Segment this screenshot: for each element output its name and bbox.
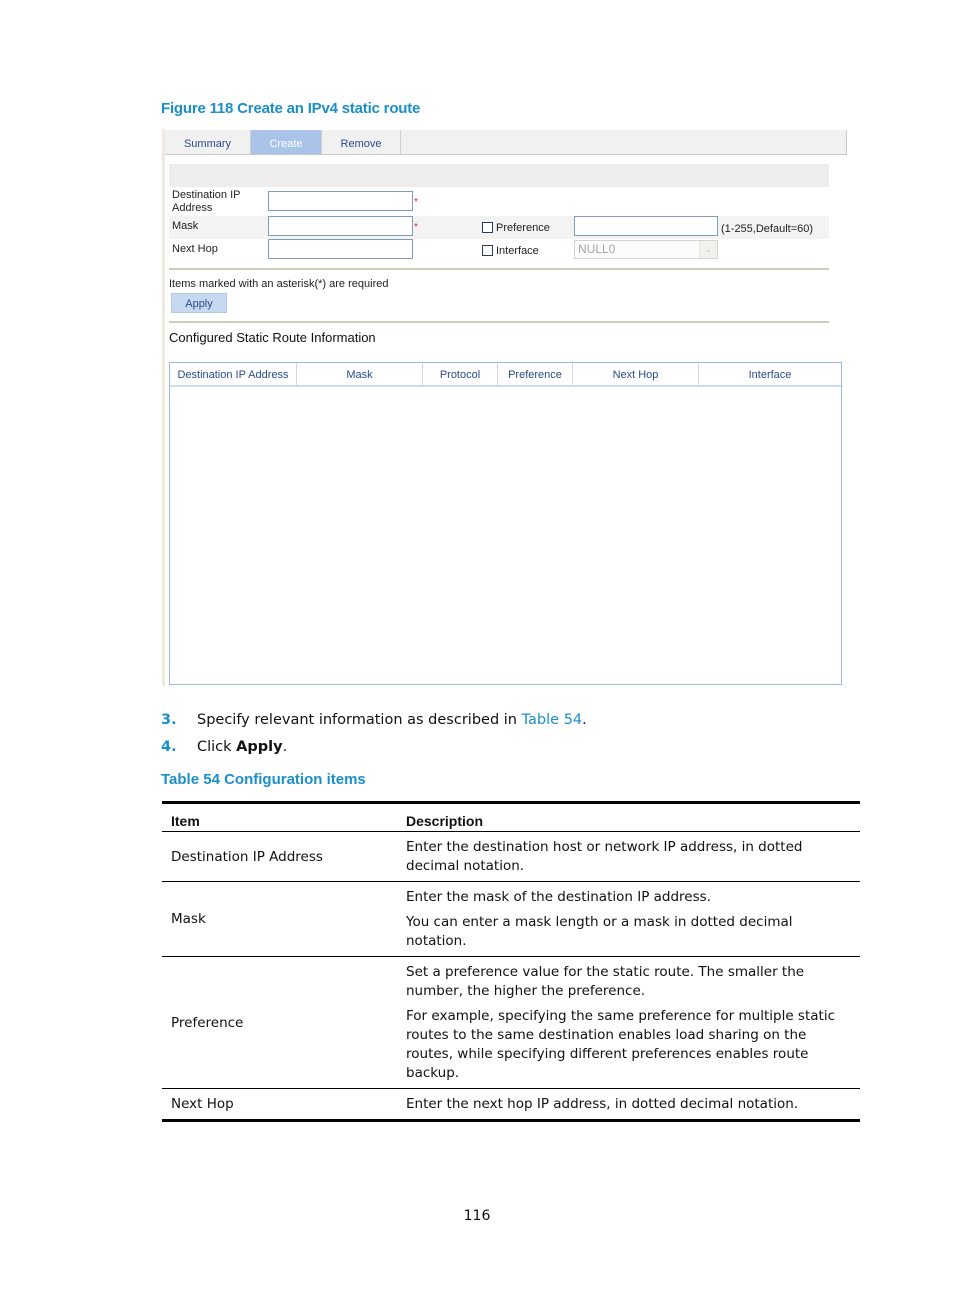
chevron-down-icon: ⌄ — [699, 241, 717, 258]
description-cell: Enter the destination host or network IP… — [397, 831, 860, 882]
tab-summary[interactable]: Summary — [165, 130, 251, 154]
preference-label: Preference — [496, 222, 550, 234]
table-header-row: Item Description — [162, 801, 860, 832]
step-text: Specify relevant information as describe… — [197, 712, 587, 728]
table-row: Next Hop Enter the next hop IP address, … — [162, 1088, 860, 1122]
item-cell: Destination IP Address — [162, 831, 397, 882]
tab-bar: Summary Create Remove — [165, 130, 847, 155]
mask-input[interactable] — [268, 216, 413, 236]
configuration-items-table: Item Description Destination IP Address … — [162, 801, 860, 1122]
form-header-band — [169, 164, 829, 187]
description-cell: Enter the mask of the destination IP add… — [397, 881, 860, 957]
tab-remove[interactable]: Remove — [322, 130, 401, 154]
description-text: Enter the destination host or network IP… — [406, 839, 803, 874]
mask-label: Mask — [172, 220, 199, 232]
section-title: Configured Static Route Information — [169, 330, 376, 345]
step-text-after: . — [282, 739, 288, 755]
column-header-interface[interactable]: Interface — [699, 363, 841, 385]
static-route-grid: Destination IP Address Mask Protocol Pre… — [169, 362, 842, 685]
preference-input[interactable] — [574, 216, 718, 236]
next-hop-input[interactable] — [268, 239, 413, 259]
destination-ip-label: Destination IP Address — [172, 189, 240, 215]
description-cell: Set a preference value for the static ro… — [397, 956, 860, 1089]
item-cell: Mask — [162, 881, 397, 957]
column-header-preference[interactable]: Preference — [498, 363, 573, 385]
table-row: Preference Set a preference value for th… — [162, 956, 860, 1089]
step-number: 4. — [161, 739, 177, 755]
interface-select[interactable]: NULL0 ⌄ — [574, 240, 718, 259]
step-text-before: Specify relevant information as describe… — [197, 712, 522, 728]
description-text: Set a preference value for the static ro… — [406, 964, 805, 999]
table-row: Destination IP Address Enter the destina… — [162, 831, 860, 882]
interface-label: Interface — [496, 245, 539, 257]
preference-checkbox[interactable] — [482, 222, 493, 233]
description-text: You can enter a mask length or a mask in… — [406, 914, 793, 949]
header-item: Item — [162, 801, 397, 832]
item-cell: Preference — [162, 956, 397, 1089]
step-number: 3. — [161, 712, 177, 728]
tab-create[interactable]: Create — [251, 130, 322, 154]
destination-ip-input[interactable] — [268, 191, 413, 211]
grid-header: Destination IP Address Mask Protocol Pre… — [170, 363, 841, 387]
mask-required-mark: * — [414, 222, 418, 233]
step-text: Click Apply. — [197, 739, 287, 755]
interface-checkbox[interactable] — [482, 245, 493, 256]
column-header-mask[interactable]: Mask — [297, 363, 423, 385]
next-hop-label: Next Hop — [172, 243, 218, 255]
destination-ip-label-line1: Destination IP — [172, 189, 241, 201]
destination-ip-label-line2: Address — [172, 202, 213, 214]
table-caption: Table 54 Configuration items — [161, 771, 366, 788]
step-text-after: . — [582, 712, 587, 728]
step-4: 4. Click Apply. — [161, 739, 287, 755]
table-54-link[interactable]: Table 54 — [522, 712, 583, 728]
frame-left-border — [162, 129, 165, 686]
destination-ip-required-mark: * — [414, 197, 418, 208]
step-text-before: Click — [197, 739, 237, 755]
preference-hint: (1-255,Default=60) — [721, 223, 814, 235]
table-row: Mask Enter the mask of the destination I… — [162, 881, 860, 957]
step-bold-apply: Apply — [236, 739, 283, 755]
item-cell: Next Hop — [162, 1088, 397, 1122]
figure-caption: Figure 118 Create an IPv4 static route — [161, 100, 421, 117]
required-note: Items marked with an asterisk(*) are req… — [169, 278, 389, 290]
section-divider — [169, 321, 829, 323]
interface-select-value: NULL0 — [578, 242, 616, 256]
column-header-next-hop[interactable]: Next Hop — [573, 363, 699, 385]
description-text: Enter the mask of the destination IP add… — [406, 889, 711, 905]
apply-button[interactable]: Apply — [171, 293, 227, 313]
form-divider — [169, 268, 829, 270]
column-header-destination-ip[interactable]: Destination IP Address — [170, 363, 297, 385]
description-text: Enter the next hop IP address, in dotted… — [406, 1096, 799, 1112]
description-cell: Enter the next hop IP address, in dotted… — [397, 1088, 860, 1122]
step-3: 3. Specify relevant information as descr… — [161, 712, 587, 728]
column-header-protocol[interactable]: Protocol — [423, 363, 498, 385]
page-number: 116 — [463, 1208, 491, 1224]
header-description: Description — [397, 801, 860, 832]
description-text: For example, specifying the same prefere… — [406, 1008, 835, 1081]
